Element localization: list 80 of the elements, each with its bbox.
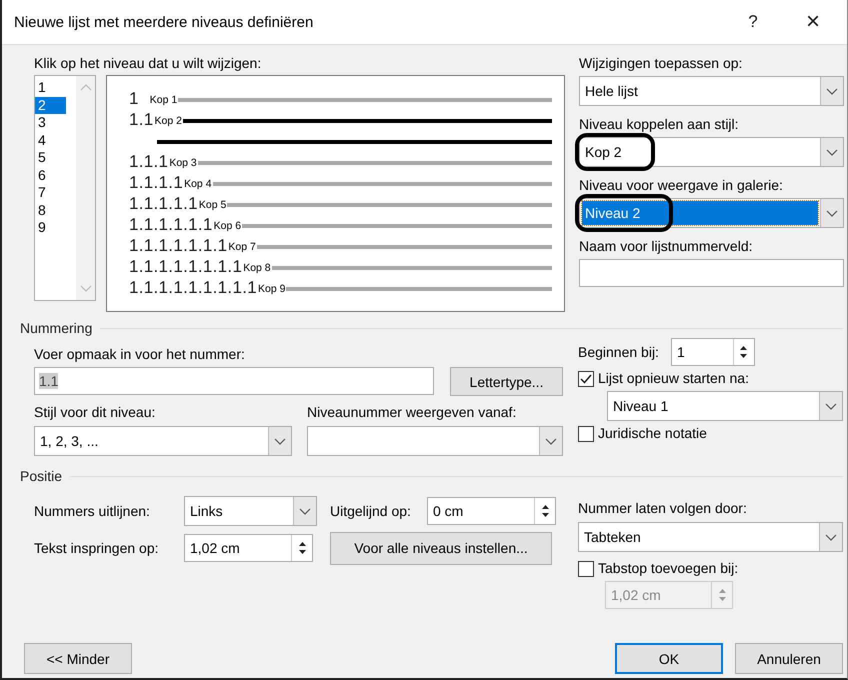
- level-item[interactable]: 1: [35, 79, 66, 96]
- spin-field[interactable]: 1: [670, 338, 755, 366]
- set-all-levels-button[interactable]: Voor alle niveaus instellen...: [330, 532, 552, 564]
- level-item[interactable]: 2: [35, 96, 66, 114]
- style-name: Kop 7: [228, 241, 256, 253]
- level-number: 1: [129, 88, 139, 108]
- section-heading: Nummering: [20, 320, 92, 336]
- level-item[interactable]: 6: [35, 166, 66, 184]
- dropdown[interactable]: Links: [184, 496, 317, 526]
- less-button[interactable]: << Minder: [24, 643, 132, 674]
- help-button[interactable]: ?: [723, 0, 783, 44]
- dropdown[interactable]: 1, 2, 3, ...: [34, 426, 292, 456]
- field-label: Nummers uitlijnen:: [34, 502, 151, 520]
- input-field[interactable]: 1.1: [34, 367, 434, 395]
- level-number: 1.1: [129, 110, 154, 130]
- window-title: Nieuwe lijst met meerdere niveaus definiëren: [14, 14, 314, 30]
- chevron-down-icon: [825, 534, 837, 540]
- dropdown[interactable]: [307, 426, 563, 456]
- style-name: Kop 9: [258, 283, 286, 295]
- level-number: 1.1.1.1: [129, 172, 184, 192]
- checkbox[interactable]: [578, 370, 594, 386]
- field-label: Wijzigingen toepassen op:: [579, 55, 744, 72]
- level-list[interactable]: 1 2 3 4 5 6 7 8 9: [34, 75, 96, 301]
- field-label: Tekst inspringen op:: [34, 540, 160, 556]
- level-number: 1.1.1.1.1: [129, 194, 198, 214]
- level-number: 1.1.1.1.1.1.1: [129, 236, 228, 256]
- dropdown[interactable]: Kop 2: [579, 137, 844, 167]
- field-label: Stijl voor dit niveau:: [34, 404, 156, 421]
- section-heading: Positie: [20, 468, 62, 484]
- spin-field[interactable]: 1,02 cm: [184, 534, 313, 562]
- field-label: Beginnen bij:: [578, 344, 659, 360]
- level-item[interactable]: 4: [35, 132, 66, 149]
- chevron-down-icon: [299, 508, 311, 514]
- field-label: Naam voor lijstnummerveld:: [579, 238, 754, 255]
- spin-field[interactable]: 0 cm: [427, 497, 556, 525]
- style-name: Kop 4: [184, 178, 212, 190]
- chevron-down-icon: [826, 148, 838, 156]
- field-label: Voer opmaak in voor het nummer:: [34, 346, 246, 363]
- scroll-down-icon[interactable]: [80, 285, 92, 292]
- style-name: Kop 8: [243, 262, 271, 274]
- level-item[interactable]: 5: [35, 149, 66, 166]
- checkbox[interactable]: [578, 426, 594, 442]
- level-number: 1.1.1.1.1.1.1.1: [129, 256, 242, 276]
- chevron-down-icon: [274, 438, 286, 444]
- chevron-down-icon: [545, 438, 557, 444]
- level-item[interactable]: 9: [35, 219, 66, 236]
- style-name: Kop 5: [198, 199, 226, 211]
- scroll-up-icon[interactable]: [80, 84, 92, 91]
- style-name: Kop 3: [169, 157, 197, 169]
- cancel-button[interactable]: Annuleren: [735, 643, 843, 674]
- chevron-down-icon: [826, 88, 838, 94]
- dropdown[interactable]: Tabteken: [578, 522, 843, 552]
- dropdown[interactable]: Niveau 2: [579, 198, 844, 228]
- chevron-down-icon: [825, 402, 837, 410]
- level-number: 1.1.1.1.1.1.1.1.1: [129, 278, 257, 298]
- chevron-down-icon: [826, 210, 838, 216]
- style-name: Kop 1: [150, 94, 178, 106]
- style-name: Kop 6: [214, 220, 242, 232]
- level-number: 1.1.1.1.1.1: [129, 214, 213, 234]
- dropdown[interactable]: Hele lijst: [579, 76, 844, 106]
- field-label: Niveau voor weergave in galerie:: [579, 177, 784, 194]
- ok-button[interactable]: OK: [615, 643, 723, 674]
- field-label: Uitgelijnd op:: [329, 502, 412, 520]
- level-item[interactable]: 7: [35, 184, 66, 202]
- level-item[interactable]: 3: [35, 114, 66, 132]
- field-label: Nummer laten volgen door:: [578, 500, 748, 517]
- checkbox-label: Juridische notatie: [598, 425, 707, 442]
- checkbox-label: Lijst opnieuw starten na:: [598, 370, 749, 387]
- dropdown[interactable]: Niveau 1: [607, 391, 843, 421]
- close-button[interactable]: ×: [783, 0, 843, 44]
- level-number: 1.1.1: [129, 152, 168, 172]
- checkbox-label: Tabstop toevoegen bij:: [598, 560, 738, 577]
- font-button[interactable]: Lettertype...: [450, 367, 563, 396]
- checkbox[interactable]: [578, 560, 594, 576]
- input-field[interactable]: [579, 259, 844, 287]
- field-label: Niveaunummer weergeven vanaf:: [307, 404, 518, 421]
- field-label: Klik op het niveau dat u wilt wijzigen:: [34, 55, 262, 72]
- style-name: Kop 2: [154, 115, 182, 127]
- field-label: Niveau koppelen aan stijl:: [579, 116, 740, 133]
- level-item[interactable]: 8: [35, 202, 66, 219]
